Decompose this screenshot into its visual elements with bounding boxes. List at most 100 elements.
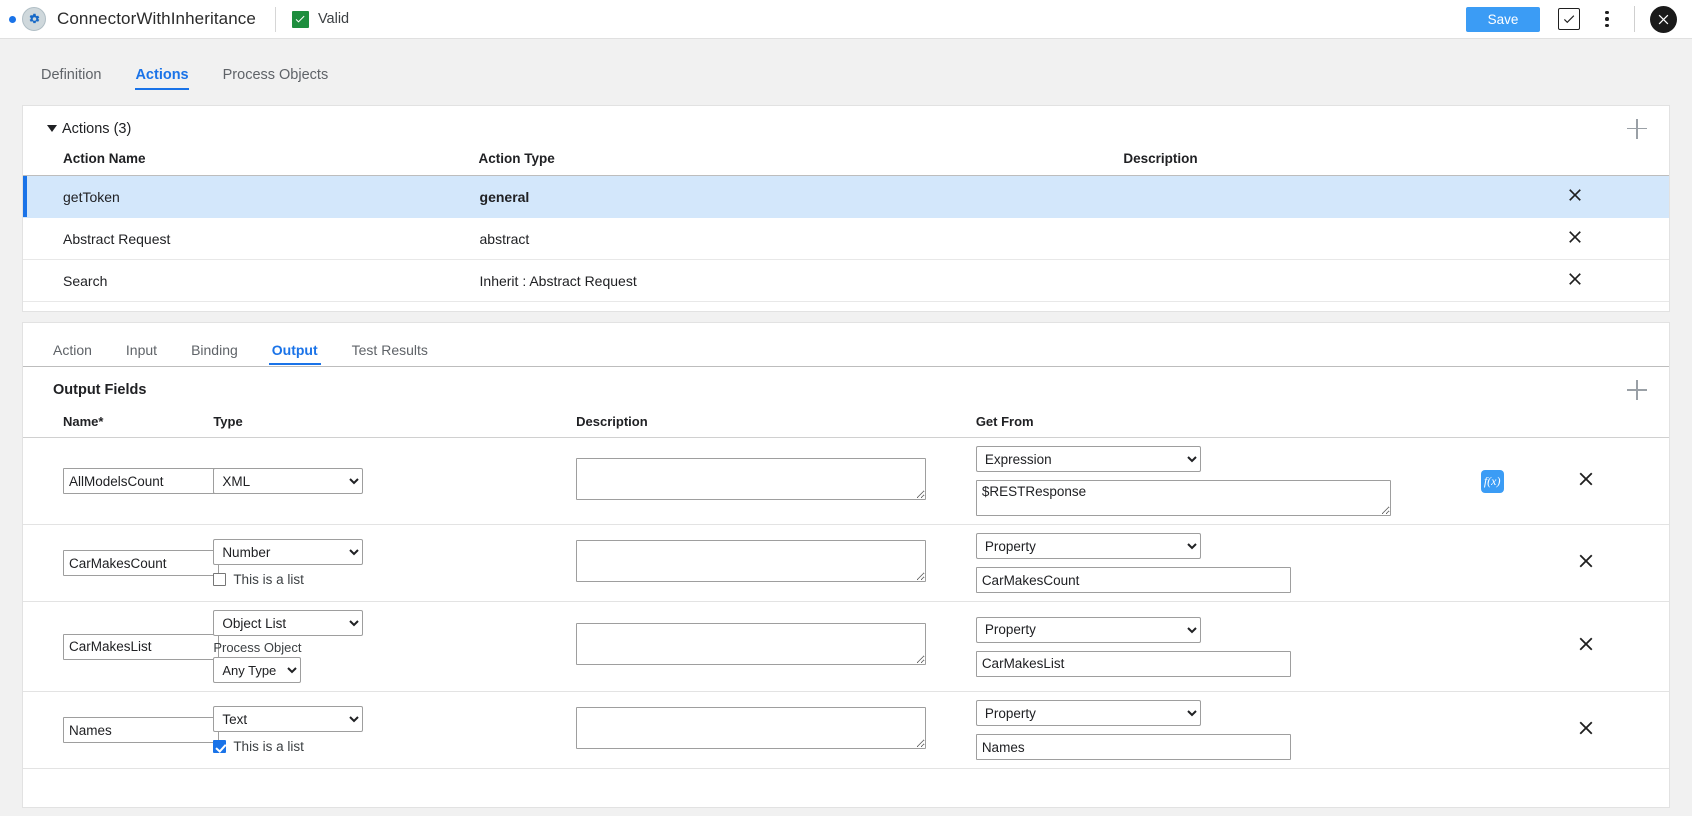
field-type-group: Object List Process Object Any Type (213, 610, 574, 683)
get-from-group: Property (975, 616, 1479, 677)
close-circle-icon[interactable] (1650, 5, 1677, 33)
table-row[interactable]: getToken general (23, 175, 1669, 218)
tab-definition[interactable]: Definition (41, 67, 101, 92)
close-x-icon[interactable] (1565, 231, 1585, 250)
get-from-value-input[interactable] (975, 734, 1291, 760)
process-object-select[interactable]: Any Type (213, 657, 302, 683)
actions-panel-header: Actions (3) (23, 106, 1669, 151)
action-type-cell: Inherit : Abstract Request (478, 259, 1124, 302)
action-description-cell (1123, 217, 1564, 260)
table-row[interactable]: Abstract Request abstract (23, 217, 1669, 260)
get-from-expression-textarea[interactable]: $RESTResponse (975, 480, 1391, 516)
get-from-value-input[interactable] (975, 567, 1291, 593)
actions-panel-title: Actions (3) (62, 120, 132, 137)
top-tab-bar: Definition Actions Process Objects (0, 39, 1692, 92)
column-header-description: Description (1123, 151, 1564, 176)
field-type-select[interactable]: XML (213, 468, 364, 494)
tab-actions[interactable]: Actions (135, 67, 189, 92)
output-field-row: Number This is a list Property (23, 524, 1669, 602)
close-x-icon[interactable] (1575, 468, 1668, 495)
field-description-textarea[interactable] (576, 623, 927, 665)
is-list-label: This is a list (233, 572, 304, 587)
tab-process-objects[interactable]: Process Objects (223, 67, 329, 92)
output-fields-header: Output Fields (23, 367, 1669, 413)
action-name-cell: Search (23, 259, 479, 302)
actions-table-header-row: Action Name Action Type Description (23, 151, 1669, 176)
action-description-cell (1123, 259, 1564, 302)
field-type-select[interactable]: Text (213, 706, 364, 732)
field-name-input[interactable] (63, 633, 219, 660)
get-from-select[interactable]: Property (975, 533, 1201, 559)
action-type-cell: general (478, 175, 1124, 218)
action-type-cell: abstract (478, 217, 1124, 260)
actions-panel: Actions (3) Action Name Action Type Desc… (22, 105, 1670, 312)
titlebar-actions: Save (1466, 0, 1692, 38)
tab-action[interactable]: Action (53, 342, 92, 366)
field-type-group: Text This is a list (213, 706, 574, 754)
action-description-cell (1123, 175, 1564, 218)
is-list-checkbox-row[interactable]: This is a list (213, 739, 574, 754)
inner-tab-bar: Action Input Binding Output Test Results (23, 323, 1669, 367)
title-bar: ConnectorWithInheritance Valid Save (0, 0, 1692, 39)
table-row[interactable]: Search Inherit : Abstract Request (23, 259, 1669, 302)
get-from-select[interactable]: Property (975, 616, 1201, 643)
status-dot-icon (9, 15, 16, 23)
tab-test-results[interactable]: Test Results (352, 342, 428, 366)
actions-table: Action Name Action Type Description getT… (23, 151, 1669, 302)
field-description-textarea[interactable] (576, 706, 927, 749)
close-x-icon[interactable] (1575, 633, 1668, 660)
field-description-textarea[interactable] (576, 457, 927, 500)
get-from-select[interactable]: Expression (975, 446, 1201, 472)
caret-down-icon[interactable] (47, 125, 57, 132)
expression-builder-fx-icon[interactable]: f(x) (1480, 469, 1504, 493)
close-x-icon[interactable] (1575, 717, 1668, 744)
gear-icon (22, 7, 46, 31)
output-panel: Action Input Binding Output Test Results… (22, 322, 1670, 808)
action-name-cell: getToken (23, 175, 479, 218)
output-field-row: Object List Process Object Any Type Pro (23, 601, 1669, 692)
green-check-icon (291, 10, 309, 28)
checkbox-check-icon[interactable] (1558, 8, 1580, 30)
field-name-input[interactable] (63, 717, 219, 743)
column-header-get-from: Get From (974, 413, 1480, 438)
column-header-description: Description (575, 413, 975, 438)
get-from-value-input[interactable] (975, 650, 1291, 677)
output-fields-title: Output Fields (53, 382, 147, 398)
tab-output[interactable]: Output (268, 342, 321, 366)
field-type-group: Number This is a list (213, 539, 574, 587)
is-list-label: This is a list (233, 739, 304, 754)
add-action-plus-icon[interactable] (1627, 118, 1647, 139)
process-object-label: Process Object (213, 640, 302, 655)
column-header-action-name: Action Name (23, 151, 479, 176)
close-x-icon[interactable] (1575, 550, 1668, 577)
close-x-icon[interactable] (1565, 189, 1585, 208)
get-from-group: Expression $RESTResponse (975, 446, 1479, 516)
field-name-input[interactable] (63, 468, 219, 494)
output-field-row: XML Expression $RESTResponse f(x) (23, 437, 1669, 525)
column-header-name: Name* (23, 413, 213, 438)
save-button[interactable]: Save (1466, 6, 1540, 32)
status-badge: Valid (317, 11, 350, 27)
field-description-textarea[interactable] (576, 539, 927, 582)
field-name-input[interactable] (63, 550, 219, 576)
kebab-menu-icon[interactable] (1596, 7, 1618, 31)
tab-binding[interactable]: Binding (191, 342, 238, 366)
output-field-row: Text This is a list Property (23, 691, 1669, 769)
is-list-checkbox-row[interactable]: This is a list (213, 572, 574, 587)
page-title: ConnectorWithInheritance (57, 9, 256, 28)
close-x-icon[interactable] (1565, 273, 1585, 292)
tab-input[interactable]: Input (126, 342, 157, 366)
output-fields-table: Name* Type Description Get From XML (23, 413, 1669, 769)
add-output-field-plus-icon[interactable] (1627, 380, 1647, 400)
is-list-checkbox[interactable] (213, 573, 227, 586)
get-from-group: Property (975, 533, 1479, 593)
title-divider (274, 6, 276, 32)
get-from-select[interactable]: Property (975, 700, 1201, 726)
column-header-type: Type (212, 413, 576, 438)
output-fields-header-row: Name* Type Description Get From (23, 413, 1669, 438)
field-type-select[interactable]: Number (213, 539, 364, 565)
field-type-select[interactable]: Object List (213, 610, 364, 636)
column-header-action-type: Action Type (478, 151, 1124, 176)
get-from-group: Property (975, 700, 1479, 760)
is-list-checkbox[interactable] (213, 740, 227, 753)
